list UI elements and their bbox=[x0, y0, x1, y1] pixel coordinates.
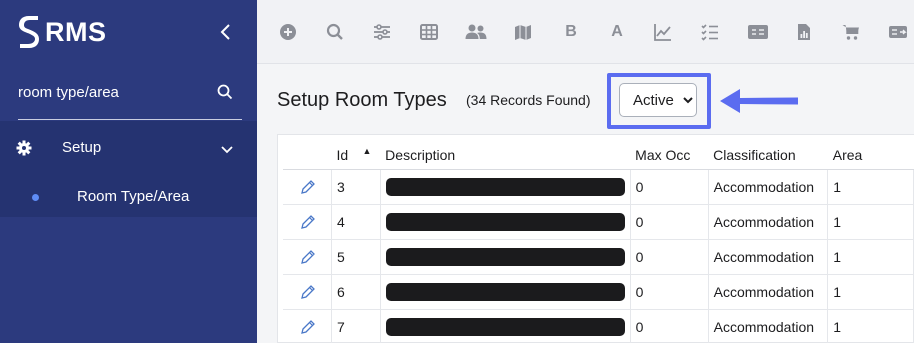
max-occ-cell: 0 bbox=[630, 273, 709, 309]
menu-search bbox=[18, 74, 242, 120]
max-occ-cell: 0 bbox=[630, 308, 709, 343]
status-filter-select[interactable]: Active bbox=[619, 83, 697, 117]
people-icon[interactable] bbox=[465, 22, 487, 42]
page-title: Setup Room Types bbox=[277, 89, 447, 111]
annotation-arrow-icon bbox=[720, 89, 798, 113]
search-icon[interactable] bbox=[325, 22, 345, 42]
grid-icon[interactable] bbox=[419, 22, 439, 42]
sort-ascending-icon: ▲ bbox=[362, 146, 372, 156]
area-cell: 1 bbox=[827, 308, 914, 343]
bold-b-icon[interactable]: B bbox=[561, 22, 581, 42]
column-header-classification[interactable]: Classification bbox=[708, 141, 828, 170]
pencil-edit-icon[interactable] bbox=[300, 319, 316, 335]
table-row: 3 0 Accommodation 1 bbox=[283, 168, 914, 204]
pencil-edit-icon[interactable] bbox=[300, 284, 316, 300]
sliders-icon[interactable] bbox=[372, 22, 392, 42]
menu-search-input[interactable] bbox=[18, 80, 208, 104]
pencil-edit-icon[interactable] bbox=[300, 214, 316, 230]
table-header-row: Id ▲ Description Max Occ Classification … bbox=[283, 141, 914, 170]
sidebar-item-room-type-area-label: Room Type/Area bbox=[77, 188, 190, 205]
column-header-description[interactable]: Description bbox=[380, 141, 631, 170]
rms-logo-mark-icon bbox=[19, 16, 39, 48]
redacted-description bbox=[385, 177, 625, 196]
chevron-left-icon bbox=[220, 24, 230, 40]
column-header-id-label: Id bbox=[336, 146, 349, 163]
id-cell: 7 bbox=[331, 308, 381, 343]
pencil-edit-icon[interactable] bbox=[300, 249, 316, 265]
area-cell: 1 bbox=[827, 203, 914, 239]
sidebar-item-setup[interactable]: Setup bbox=[0, 121, 257, 175]
column-header-id[interactable]: Id ▲ bbox=[331, 141, 381, 170]
redacted-description bbox=[385, 282, 625, 301]
main-content: Setup Room Types (34 Records Found) Acti… bbox=[257, 64, 914, 343]
classification-cell: Accommodation bbox=[708, 238, 829, 274]
logo-text: RMS bbox=[45, 16, 107, 47]
room-types-table-card: Id ▲ Description Max Occ Classification … bbox=[277, 134, 914, 343]
max-occ-cell: 0 bbox=[630, 203, 709, 239]
sidebar-item-setup-label: Setup bbox=[62, 139, 102, 156]
payment-card-icon[interactable] bbox=[888, 22, 910, 42]
top-toolbar: B A bbox=[257, 0, 914, 64]
redacted-description bbox=[385, 247, 625, 266]
classification-cell: Accommodation bbox=[708, 273, 829, 309]
rms-logo[interactable]: RMS bbox=[16, 13, 107, 51]
redacted-description bbox=[385, 317, 625, 336]
area-cell: 1 bbox=[827, 168, 914, 204]
description-cell bbox=[380, 273, 631, 309]
description-cell bbox=[380, 168, 631, 204]
table-row: 4 0 Accommodation 1 bbox=[283, 203, 914, 239]
edit-cell bbox=[283, 168, 332, 204]
collapse-sidebar-button[interactable] bbox=[214, 20, 238, 44]
letter-a-icon[interactable]: A bbox=[607, 22, 627, 42]
id-cell: 3 bbox=[331, 168, 381, 204]
sidebar: RMS room type/area Setup Room Type/Area bbox=[0, 0, 257, 343]
cart-icon[interactable] bbox=[841, 22, 861, 42]
line-chart-icon[interactable] bbox=[653, 22, 673, 42]
pencil-edit-icon[interactable] bbox=[300, 179, 316, 195]
id-cell: 5 bbox=[331, 238, 381, 274]
max-occ-cell: 0 bbox=[630, 168, 709, 204]
cash-icon[interactable] bbox=[747, 22, 769, 42]
area-cell: 1 bbox=[827, 238, 914, 274]
active-dot-icon bbox=[32, 194, 39, 201]
room-types-table: Id ▲ Description Max Occ Classification … bbox=[283, 141, 914, 343]
sidebar-item-room-type-area[interactable]: Room Type/Area bbox=[0, 175, 257, 217]
description-cell bbox=[380, 203, 631, 239]
edit-cell bbox=[283, 203, 332, 239]
gear-icon bbox=[16, 140, 32, 156]
table-row: 7 0 Accommodation 1 bbox=[283, 308, 914, 343]
edit-cell bbox=[283, 273, 332, 309]
column-header-edit bbox=[283, 141, 332, 170]
classification-cell: Accommodation bbox=[708, 308, 829, 343]
id-cell: 6 bbox=[331, 273, 381, 309]
redacted-description bbox=[385, 212, 625, 231]
description-cell bbox=[380, 238, 631, 274]
record-count: (34 Records Found) bbox=[466, 92, 591, 108]
search-icon bbox=[217, 84, 233, 100]
table-row: 6 0 Accommodation 1 bbox=[283, 273, 914, 309]
add-circle-icon[interactable] bbox=[278, 22, 298, 42]
id-cell: 4 bbox=[331, 203, 381, 239]
checklist-icon[interactable] bbox=[700, 22, 720, 42]
max-occ-cell: 0 bbox=[630, 238, 709, 274]
map-icon[interactable] bbox=[513, 22, 533, 42]
description-cell bbox=[380, 308, 631, 343]
classification-cell: Accommodation bbox=[708, 203, 829, 239]
menu-search-button[interactable] bbox=[214, 81, 236, 103]
area-cell: 1 bbox=[827, 273, 914, 309]
classification-cell: Accommodation bbox=[708, 168, 829, 204]
column-header-area[interactable]: Area bbox=[827, 141, 914, 170]
table-row: 5 0 Accommodation 1 bbox=[283, 238, 914, 274]
report-icon[interactable] bbox=[794, 22, 814, 42]
chevron-down-icon bbox=[221, 146, 233, 154]
edit-cell bbox=[283, 238, 332, 274]
edit-cell bbox=[283, 308, 332, 343]
column-header-max-occ[interactable]: Max Occ bbox=[630, 141, 709, 170]
